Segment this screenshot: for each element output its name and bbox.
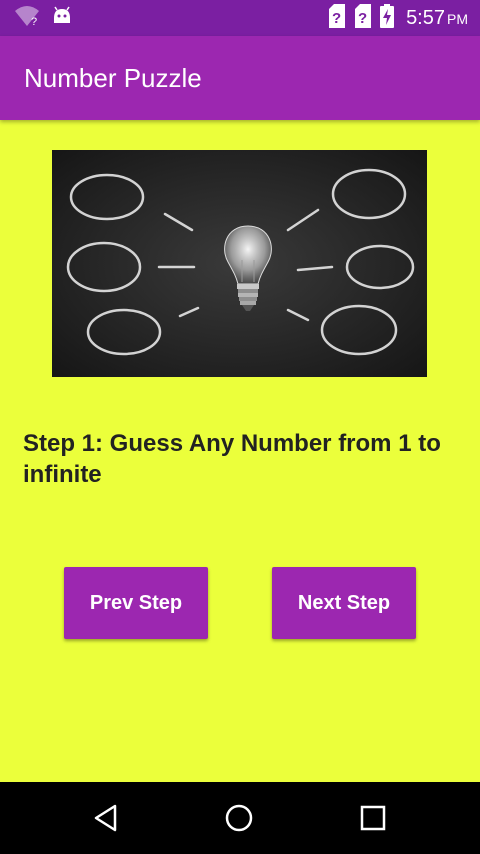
recent-apps-icon[interactable] [357,802,389,834]
app-bar: Number Puzzle [0,36,480,120]
app-title: Number Puzzle [24,63,202,93]
back-icon[interactable] [91,802,123,834]
sim-unknown-icon: ? [354,3,372,33]
wifi-unknown-icon: ? [14,5,40,32]
status-ampm: PM [447,10,468,27]
svg-text:?: ? [358,10,367,27]
lightbulb-chalkboard-image [52,150,427,377]
svg-text:?: ? [31,16,37,27]
svg-text:?: ? [332,10,341,27]
home-icon[interactable] [223,802,255,834]
battery-charging-icon [380,3,395,33]
step-instruction: Step 1: Guess Any Number from 1 to infin… [23,430,441,488]
next-step-button[interactable]: Next Step [272,567,416,639]
navigation-bar [0,782,480,854]
status-bar: ? ? ? 5:57 PM [0,0,480,36]
android-icon [52,6,72,31]
sim-unknown-icon: ? [328,3,346,33]
prev-step-button[interactable]: Prev Step [64,567,208,639]
status-time: 5:57 [406,6,445,29]
